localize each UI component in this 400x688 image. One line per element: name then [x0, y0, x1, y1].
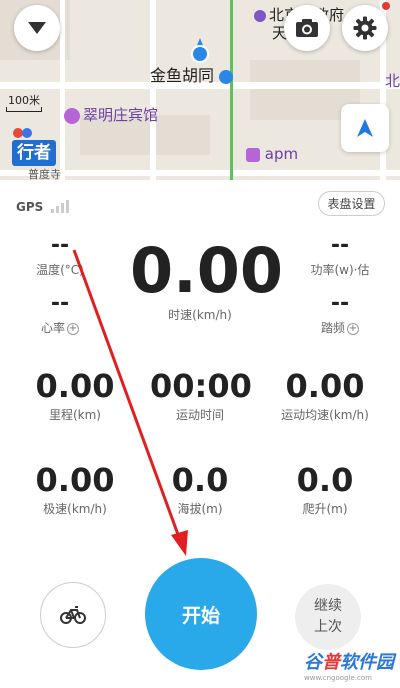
temperature-label: 温度(°C): [36, 263, 84, 277]
poi-apm[interactable]: apm: [246, 145, 298, 163]
navigation-arrow-icon: [357, 119, 373, 137]
max-speed-value: 0.00: [35, 461, 115, 499]
moving-time-label: 运动时间: [175, 408, 224, 422]
dashboard-panel: GPS 表盘设置 -- 温度(°C) -- 心率 + 0.00 时速(km/h) …: [0, 180, 400, 688]
max-speed-label: 极速(km/h): [43, 502, 107, 516]
menu-dropdown-button[interactable]: [14, 5, 60, 51]
poi-bei: 北: [385, 72, 400, 90]
bicycle-icon: [60, 606, 86, 624]
poi-puqian: 普度寺: [28, 168, 61, 180]
climb-label: 爬升(m): [302, 502, 348, 516]
metric-cadence: -- 踏频 +: [300, 293, 380, 336]
gear-icon: [353, 16, 377, 40]
settings-button[interactable]: [342, 5, 388, 51]
metric-altitude: 0.0 海拔(m): [150, 464, 250, 517]
dropdown-arrow-icon: [28, 22, 46, 34]
poi-cuiming-hotel[interactable]: 翠明庄宾馆: [64, 104, 158, 125]
watermark-url: www.cngoogle.com: [304, 674, 372, 682]
distance-value: 0.00: [35, 367, 115, 405]
power-label: 功率(w)·估: [310, 263, 370, 277]
sport-type-button[interactable]: [40, 582, 106, 648]
watermark-logo: 谷普软件园: [304, 652, 394, 673]
dial-settings-button[interactable]: 表盘设置: [318, 191, 385, 216]
heart-rate-label-wrap: 心率 +: [30, 319, 90, 336]
climb-value: 0.0: [296, 461, 354, 499]
notification-dot: [382, 2, 390, 10]
cadence-label: 踏频: [320, 321, 345, 335]
map-road: [60, 0, 65, 180]
distance-label: 里程(km): [48, 408, 101, 422]
gps-label: GPS: [16, 200, 44, 214]
heart-rate-label: 心率: [40, 321, 65, 335]
continue-label-line1: 继续: [314, 598, 342, 614]
avg-speed-label: 运动均速(km/h): [281, 408, 369, 422]
map-scale-bar: [6, 107, 42, 112]
speed-value: 0.00: [130, 234, 283, 307]
camera-button[interactable]: [284, 5, 330, 51]
subway-icon: [219, 69, 234, 84]
continue-label-line2: 上次: [314, 619, 342, 635]
map-road: [150, 0, 156, 180]
poi-jinyu-hutong[interactable]: 金鱼胡同: [150, 62, 234, 86]
metric-distance: 0.00 里程(km): [25, 370, 125, 423]
add-cadence-icon[interactable]: +: [347, 322, 359, 335]
metric-avg-speed: 0.00 运动均速(km/h): [270, 370, 380, 423]
avg-speed-value: 0.00: [285, 367, 365, 405]
add-heart-rate-icon[interactable]: +: [67, 322, 79, 335]
cadence-label-wrap: 踏频 +: [300, 319, 380, 336]
power-value: --: [330, 233, 350, 258]
hotel-icon: [64, 107, 80, 124]
building-icon: [254, 9, 266, 22]
xingzhe-logo: 行者: [12, 140, 56, 166]
route-line: [230, 0, 233, 180]
map-view[interactable]: 北京市政府 天 北 金鱼胡同 翠明庄宾馆 apm 普度寺 100米 行者: [0, 0, 400, 180]
speed-label: 时速(km/h): [168, 308, 232, 322]
continue-last-button[interactable]: 继续 上次: [295, 584, 361, 650]
camera-icon: [296, 19, 318, 37]
altitude-label: 海拔(m): [177, 502, 223, 516]
moving-time-value: 00:00: [150, 367, 252, 405]
gps-signal-icon: [51, 200, 69, 213]
metric-moving-time: 00:00 运动时间: [150, 367, 252, 423]
metric-power: -- 功率(w)·估: [300, 235, 380, 278]
metric-speed: 0.00 时速(km/h): [130, 234, 283, 323]
temperature-value: --: [50, 233, 70, 258]
heart-rate-value: --: [50, 291, 70, 316]
location-pin-icon: [190, 38, 210, 64]
cadence-value: --: [330, 291, 350, 316]
flower-icon: [12, 124, 34, 138]
altitude-value: 0.0: [171, 461, 229, 499]
shopping-icon: [246, 147, 260, 162]
map-scale-label: 100米: [8, 94, 40, 107]
metric-temperature: -- 温度(°C): [30, 235, 90, 278]
metric-heart-rate: -- 心率 +: [30, 293, 90, 336]
metric-max-speed: 0.00 极速(km/h): [25, 464, 125, 517]
locate-button[interactable]: [341, 104, 389, 152]
start-button[interactable]: 开始: [145, 558, 257, 670]
metric-climb: 0.0 爬升(m): [275, 464, 375, 517]
